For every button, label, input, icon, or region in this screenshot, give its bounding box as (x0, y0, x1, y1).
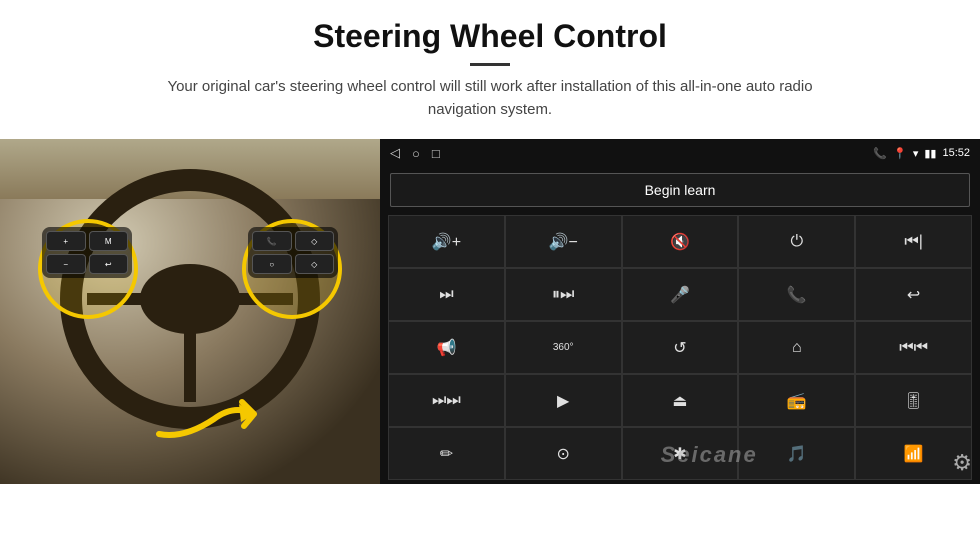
gear-settings-icon[interactable]: ⚙ (952, 450, 972, 476)
ctrl-bluetooth[interactable]: ✱ (622, 427, 739, 480)
mute-icon: 🔇 (670, 232, 690, 252)
ctrl-vol-up[interactable]: 🔊+ (388, 215, 505, 268)
sw-btn-diamond1: ◇ (295, 231, 335, 251)
content-section: + M − ↩ 📞 ◇ ○ ◇ (0, 139, 980, 548)
header-section: Steering Wheel Control Your original car… (0, 0, 980, 131)
ctrl-vol-down[interactable]: 🔊− (505, 215, 622, 268)
recents-nav-icon: □ (432, 146, 440, 161)
ctrl-call[interactable]: 📞 (738, 268, 855, 321)
phone-icon: 📞 (873, 147, 887, 160)
sw-btn-vol-down: − (46, 254, 86, 274)
speaker-icon: 📢 (436, 338, 456, 358)
ctrl-eq[interactable]: 🎚 (855, 374, 972, 427)
status-right: 📞 📍 ▾ ▮▮ 15:52 (873, 147, 970, 160)
clock: 15:52 (942, 147, 970, 159)
ctrl-prev-end[interactable]: ⏮| (855, 215, 972, 268)
back-nav-icon2: ↺ (673, 338, 686, 358)
ctrl-draw[interactable]: ✏ (388, 427, 505, 480)
begin-learn-row: Begin learn (380, 167, 980, 213)
fast-fwd-icon: ⏭⏭ (432, 392, 461, 410)
ctrl-home[interactable]: ⌂ (738, 321, 855, 374)
wifi-icon: ▾ (913, 147, 919, 160)
location-icon: 📍 (893, 147, 907, 160)
eq-icon: 🎚 (903, 391, 923, 411)
360-icon: 360° (553, 342, 574, 353)
title-divider (470, 63, 510, 66)
sw-btn-right-group: 📞 ◇ ○ ◇ (248, 227, 338, 278)
ctrl-nav[interactable]: ▶ (505, 374, 622, 427)
back-nav-icon: ◁ (390, 145, 400, 161)
sw-center (140, 264, 240, 334)
ctrl-hangup[interactable]: ↩ (855, 268, 972, 321)
hangup-icon: ↩ (907, 285, 920, 305)
ctrl-back-nav[interactable]: ↺ (622, 321, 739, 374)
ctrl-music[interactable]: 🎵 (738, 427, 855, 480)
android-panel-wrapper: ◁ ○ □ 📞 📍 ▾ ▮▮ 15:52 Begin learn (380, 139, 980, 484)
ctrl-mute[interactable]: 🔇 (622, 215, 739, 268)
radio-icon: 📻 (787, 391, 807, 411)
sw-btn-left-group: + M − ↩ (42, 227, 132, 278)
sw-btn-diamond2: ◇ (295, 254, 335, 274)
ctrl-fast-fwd[interactable]: ⏭⏭ (388, 374, 505, 427)
sw-btn-phone: 📞 (252, 231, 292, 251)
car-image-panel: + M − ↩ 📞 ◇ ○ ◇ (0, 139, 380, 484)
rewind-icon: ⏮⏮ (899, 339, 928, 357)
steering-wheel-bg: + M − ↩ 📞 ◇ ○ ◇ (0, 139, 380, 484)
page-wrapper: Steering Wheel Control Your original car… (0, 0, 980, 548)
ctrl-pause[interactable]: ⏸⏭ (505, 268, 622, 321)
ctrl-power[interactable]: ⏻ (738, 215, 855, 268)
spectrum-icon: 📶 (904, 444, 924, 464)
pause-icon: ⏸⏭ (552, 286, 574, 304)
ctrl-mic[interactable]: 🎤 (622, 268, 739, 321)
controls-grid: 🔊+ 🔊− 🔇 ⏻ ⏮| ⏭ (380, 213, 980, 484)
ctrl-eject[interactable]: ⏏ (622, 374, 739, 427)
ctrl-360[interactable]: 360° (505, 321, 622, 374)
sw-btn-circle: ○ (252, 254, 292, 274)
page-title: Steering Wheel Control (40, 18, 940, 55)
ctrl-next[interactable]: ⏭ (388, 268, 505, 321)
home-nav-icon: ○ (412, 146, 420, 161)
ctrl-radio[interactable]: 📻 (738, 374, 855, 427)
sw-btn-vol-up: + (46, 231, 86, 251)
android-panel: ◁ ○ □ 📞 📍 ▾ ▮▮ 15:52 Begin learn (380, 139, 980, 484)
nav-icon2: ▶ (557, 391, 569, 411)
status-left: ◁ ○ □ (390, 145, 440, 161)
subtitle-text: Your original car's steering wheel contr… (140, 76, 840, 121)
ctrl-circle-settings[interactable]: ⊙ (505, 427, 622, 480)
begin-learn-button[interactable]: Begin learn (390, 173, 970, 207)
arrow-overlay (154, 379, 274, 464)
power-icon: ⏻ (790, 233, 803, 251)
music-icon: 🎵 (787, 444, 807, 464)
prev-end-icon: ⏮| (904, 233, 923, 251)
vol-down-icon: 🔊− (549, 232, 578, 252)
circle-settings-icon: ⊙ (556, 444, 569, 464)
ctrl-rewind[interactable]: ⏮⏮ (855, 321, 972, 374)
bluetooth-icon: ✱ (673, 444, 686, 464)
eject-icon: ⏏ (672, 391, 687, 411)
mic-icon: 🎤 (670, 285, 690, 305)
sw-btn-mode: M (89, 231, 129, 251)
next-icon: ⏭ (439, 286, 453, 304)
ctrl-speaker[interactable]: 📢 (388, 321, 505, 374)
home-icon: ⌂ (792, 339, 802, 357)
status-bar: ◁ ○ □ 📞 📍 ▾ ▮▮ 15:52 (380, 139, 980, 167)
call-icon: 📞 (787, 285, 807, 305)
battery-icon: ▮▮ (924, 147, 936, 160)
draw-icon: ✏ (440, 444, 453, 464)
sw-btn-back: ↩ (89, 254, 129, 274)
vol-up-icon: 🔊+ (432, 232, 461, 252)
